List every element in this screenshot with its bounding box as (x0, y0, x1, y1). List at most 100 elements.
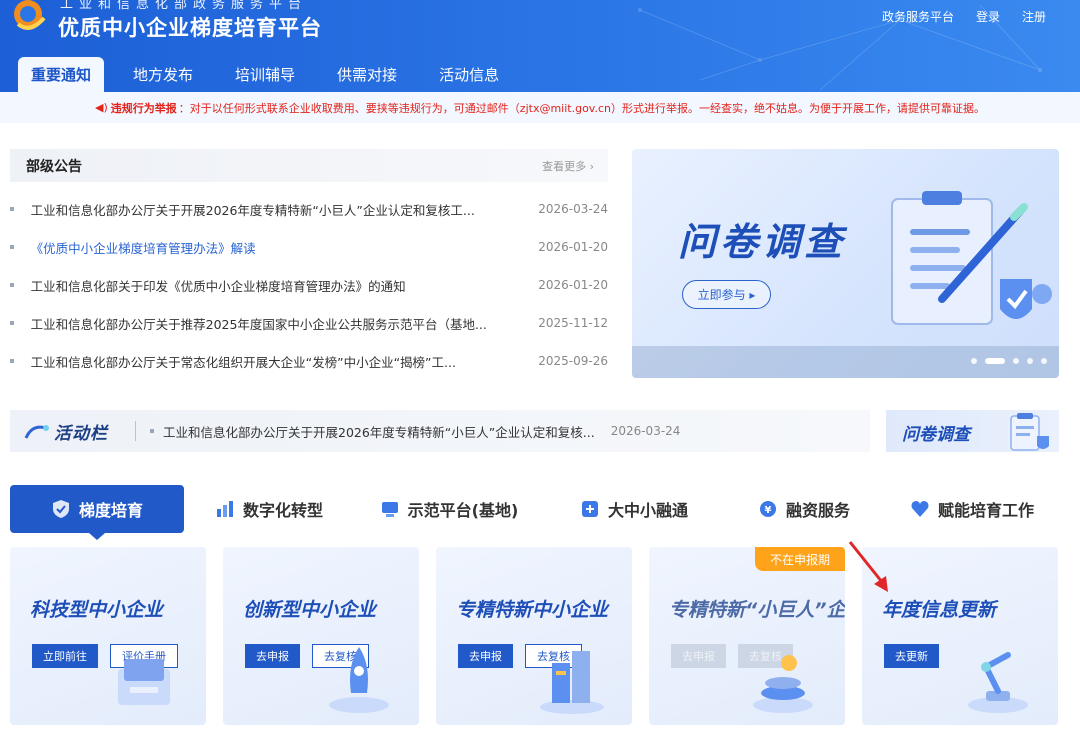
list-item-date: 2025-09-26 (538, 354, 608, 368)
activity-item-date: 2026-03-24 (610, 424, 681, 438)
divider (135, 421, 136, 441)
view-more-link[interactable]: 查看更多 › (542, 158, 594, 174)
robot-arm-illustration (968, 652, 1028, 713)
card-title: 年度信息更新 (882, 599, 997, 621)
list-item-date: 2026-01-20 (538, 278, 608, 292)
activity-title: 活动栏 (54, 423, 108, 444)
card-title: 科技型中小企业 (30, 599, 164, 621)
server-illustration (118, 659, 170, 705)
apply-button[interactable]: 去申报 (458, 644, 513, 668)
list-item-date: 2025-11-12 (538, 316, 608, 330)
list-item-title: 工业和信息化部办公厅关于常态化组织开展大企业“发榜”中小企业“揭榜”工... (30, 354, 456, 370)
shield-icon (52, 500, 69, 518)
list-item[interactable]: 工业和信息化部办公厅关于常态化组织开展大企业“发榜”中小企业“揭榜”工... 2… (10, 342, 608, 380)
card-little-giant: 不在申报期 专精特新“小巨人”企业 去申报 去复核 (649, 547, 845, 725)
go-now-button[interactable]: 立即前往 (32, 644, 98, 668)
list-item[interactable]: 工业和信息化部办公厅关于开展2026年度专精特新“小巨人”企业认定和复核工...… (10, 190, 608, 228)
login-link[interactable]: 登录 (976, 8, 1000, 25)
gov-service-link[interactable]: 政务服务平台 (882, 8, 954, 25)
tab-supply-demand[interactable]: 供需对接 (324, 57, 410, 92)
heart-icon (911, 501, 929, 517)
clipboard-icon (1010, 413, 1049, 451)
header: 工业和信息化部政务服务平台 优质中小企业梯度培育平台 政务服务平台 登录 注册 … (0, 0, 1080, 92)
survey-side-card[interactable]: 问卷调查 (886, 410, 1059, 452)
category-label: 示范平台(基地) (407, 501, 519, 520)
card-buttons: 去更新 (884, 644, 939, 668)
list-item-title: 《优质中小企业梯度培育管理办法》解读 (30, 240, 256, 256)
report-notice: ◀) 违规行为举报 ：对于以任何形式联系企业收取费用、要挟等违规行为，可通过邮件… (0, 92, 1080, 123)
card-title: 专精特新“小巨人”企业 (669, 599, 845, 621)
card-title: 专精特新中小企业 (456, 599, 609, 621)
building-illustration (540, 651, 604, 714)
sub-title: 工业和信息化部政务服务平台 (60, 0, 308, 12)
announcements-title: 部级公告 (26, 158, 82, 175)
join-now-button[interactable]: 立即参与 ▸ (682, 280, 771, 309)
bullet-icon (10, 245, 14, 249)
card-innovative-sme: 创新型中小企业 去申报 去复核 (223, 547, 419, 725)
list-item-title: 工业和信息化部关于印发《优质中小企业梯度培育管理办法》的通知 (30, 278, 406, 294)
list-item[interactable]: 工业和信息化部办公厅关于推荐2025年度国家中小企业公共服务示范平台（基地...… (10, 304, 608, 342)
list-item-title: 工业和信息化部办公厅关于开展2026年度专精特新“小巨人”企业认定和复核工... (30, 202, 475, 218)
category-label: 数字化转型 (242, 501, 323, 520)
category-tab-digital[interactable]: 数字化转型 (184, 485, 354, 533)
integration-icon (581, 501, 598, 517)
category-label: 融资服务 (785, 501, 850, 520)
category-tab-gradient[interactable]: 梯度培育 (10, 485, 184, 540)
activity-decoration-icon (24, 425, 49, 439)
register-link[interactable]: 注册 (1022, 8, 1046, 25)
layers-illustration (753, 655, 813, 713)
category-label: 梯度培育 (78, 501, 143, 520)
card-specialized-sme: 专精特新中小企业 去申报 去复核 (436, 547, 632, 725)
platform-icon (381, 502, 398, 517)
apply-button-disabled: 去申报 (671, 644, 726, 668)
list-item-date: 2026-03-24 (538, 202, 608, 216)
coin-icon: ¥ (759, 501, 776, 517)
announcements-header: 部级公告 查看更多 › (10, 149, 608, 182)
list-item[interactable]: 《优质中小企业梯度培育管理办法》解读 2026-01-20 (10, 228, 608, 266)
carousel-dot[interactable] (1027, 358, 1033, 364)
banner-title: 问卷调查 (678, 220, 847, 264)
top-links: 政务服务平台 登录 注册 (882, 8, 1046, 25)
notice-label: 违规行为举报 (110, 101, 177, 115)
category-tab-empower[interactable]: 赋能培育工作 (884, 485, 1060, 533)
site-title: 优质中小企业梯度培育平台 (58, 16, 322, 40)
category-tab-platform[interactable]: 示范平台(基地) (354, 485, 544, 533)
chart-icon (216, 501, 233, 517)
join-now-label: 立即参与 (697, 288, 746, 302)
activity-bar: 活动栏 工业和信息化部办公厅关于开展2026年度专精特新“小巨人”企业认定和复核… (10, 410, 870, 452)
chevron-right-icon: › (589, 159, 594, 173)
tab-important-notice[interactable]: 重要通知 (18, 57, 105, 92)
category-tabs: 梯度培育 数字化转型 示范平台(基地) 大中小融通 ¥ 融资服务 赋能培育工作 (10, 485, 1060, 540)
tab-local-release[interactable]: 地方发布 (120, 57, 206, 92)
list-item-title: 工业和信息化部办公厅关于推荐2025年度国家中小企业公共服务示范平台（基地... (30, 316, 487, 332)
category-tab-finance[interactable]: ¥ 融资服务 (724, 485, 884, 533)
bullet-icon (10, 207, 14, 211)
category-tab-integration[interactable]: 大中小融通 (544, 485, 724, 533)
category-label: 大中小融通 (607, 501, 688, 520)
tab-activity-info[interactable]: 活动信息 (426, 57, 512, 92)
bullet-icon (10, 283, 14, 287)
apply-button[interactable]: 去申报 (245, 644, 300, 668)
carousel-dot[interactable] (1041, 358, 1047, 364)
platform-logo (14, 0, 46, 30)
survey-banner[interactable]: 问卷调查 立即参与 ▸ (632, 149, 1059, 378)
card-title: 创新型中小企业 (243, 599, 377, 621)
tab-training[interactable]: 培训辅导 (222, 57, 308, 92)
activity-item-title[interactable]: 工业和信息化部办公厅关于开展2026年度专精特新“小巨人”企业认定和复核... (163, 422, 595, 441)
svg-text:¥: ¥ (765, 505, 772, 516)
bullet-icon (10, 359, 14, 363)
category-label: 赋能培育工作 (937, 501, 1034, 520)
notice-text: ：对于以任何形式联系企业收取费用、要挟等违规行为，可通过邮件（zjtx@miit… (178, 101, 985, 115)
bullet-icon (150, 429, 154, 433)
carousel-dot-active[interactable] (985, 358, 1005, 364)
rocket-illustration (329, 647, 389, 713)
speaker-icon: ◀) (95, 101, 108, 114)
survey-illustration (891, 191, 1052, 325)
update-button[interactable]: 去更新 (884, 644, 939, 668)
carousel-dot[interactable] (1013, 358, 1019, 364)
list-item[interactable]: 工业和信息化部关于印发《优质中小企业梯度培育管理办法》的通知 2026-01-2… (10, 266, 608, 304)
side-card-title: 问卷调查 (902, 425, 970, 445)
main-tabs: 重要通知 地方发布 培训辅导 供需对接 活动信息 (18, 57, 528, 92)
carousel-dot[interactable] (971, 358, 977, 364)
card-tech-sme: 科技型中小企业 立即前往 评价手册 (10, 547, 206, 725)
